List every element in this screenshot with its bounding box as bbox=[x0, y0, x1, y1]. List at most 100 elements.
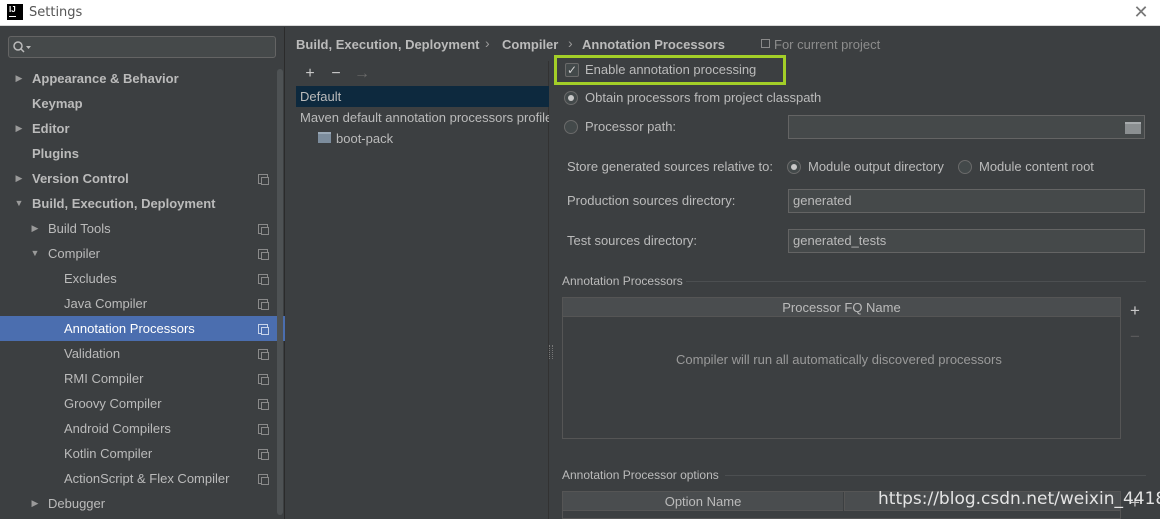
profile-default[interactable]: Default bbox=[296, 86, 549, 107]
obtain-from-classpath-radio[interactable] bbox=[564, 91, 578, 105]
processor-path-field[interactable] bbox=[788, 115, 1145, 139]
production-sources-field[interactable]: generated bbox=[788, 189, 1145, 213]
sidebar-item-groovy-compiler[interactable]: Groovy Compiler bbox=[0, 391, 285, 416]
breadcrumb-separator: › bbox=[568, 35, 573, 51]
chevron-right-icon: ▶ bbox=[15, 123, 23, 133]
project-scope-icon bbox=[761, 39, 770, 48]
sidebar-item-label: Java Compiler bbox=[64, 296, 148, 311]
browse-folder-icon[interactable] bbox=[1125, 122, 1141, 134]
sidebar-item-label: Appearance & Behavior bbox=[32, 71, 179, 86]
project-scope-icon bbox=[258, 299, 269, 310]
sidebar-item-label: Keymap bbox=[32, 96, 83, 111]
sidebar-item-label: RMI Compiler bbox=[64, 371, 144, 386]
project-scope-icon bbox=[258, 274, 269, 285]
sidebar-scrollbar[interactable] bbox=[277, 69, 283, 515]
close-icon[interactable]: ✕ bbox=[1132, 3, 1150, 21]
remove-profile-icon[interactable]: − bbox=[328, 65, 344, 83]
chevron-right-icon: ▶ bbox=[15, 73, 23, 83]
chevron-right-icon: ▶ bbox=[31, 223, 39, 233]
watermark: https://blog.csdn.net/weixin_44187730 bbox=[878, 489, 1160, 509]
obtain-from-classpath-label: Obtain processors from project classpath bbox=[585, 90, 822, 105]
sidebar-item-kotlin-compiler[interactable]: Kotlin Compiler bbox=[0, 441, 285, 466]
enable-annotation-processing-checkbox[interactable]: ✓ bbox=[565, 63, 579, 77]
profiles-panel: + − → Default Maven default annotation p… bbox=[296, 61, 549, 519]
sidebar-item-editor[interactable]: ▶ Editor bbox=[0, 116, 285, 141]
sidebar-item-label: Annotation Processors bbox=[64, 321, 195, 336]
profile-label: Maven default annotation processors prof… bbox=[300, 110, 549, 125]
splitter-handle[interactable] bbox=[549, 345, 553, 359]
sidebar-item-java-compiler[interactable]: Java Compiler bbox=[0, 291, 285, 316]
chevron-right-icon: ▶ bbox=[15, 173, 23, 183]
project-scope-icon bbox=[258, 474, 269, 485]
module-content-root-radio[interactable] bbox=[958, 160, 972, 174]
settings-sidebar: ▶ Appearance & Behavior Keymap ▶ Editor … bbox=[0, 27, 285, 519]
sidebar-item-version-control[interactable]: ▶ Version Control bbox=[0, 166, 285, 191]
enable-annotation-processing-label: Enable annotation processing bbox=[585, 62, 757, 77]
sidebar-item-label: Plugins bbox=[32, 146, 79, 161]
breadcrumb-item-current: Annotation Processors bbox=[582, 37, 726, 52]
module-output-directory-radio[interactable] bbox=[787, 160, 801, 174]
breadcrumb-item: Compiler bbox=[502, 37, 559, 52]
chevron-down-icon: ▼ bbox=[14, 198, 24, 208]
processors-table[interactable]: Processor FQ Name Compiler will run all … bbox=[562, 297, 1121, 439]
test-sources-field[interactable]: generated_tests bbox=[788, 229, 1145, 253]
sidebar-item-plugins[interactable]: Plugins bbox=[0, 141, 285, 166]
sidebar-item-label: Compiler bbox=[48, 246, 101, 261]
sidebar-item-label: Android Compilers bbox=[64, 421, 171, 436]
breadcrumb-separator: › bbox=[485, 35, 490, 51]
profile-label: Default bbox=[300, 89, 342, 104]
sidebar-item-label: Groovy Compiler bbox=[64, 396, 162, 411]
add-profile-icon[interactable]: + bbox=[302, 65, 318, 83]
search-input[interactable] bbox=[8, 36, 276, 58]
project-scope-icon bbox=[258, 449, 269, 460]
module-label: boot-pack bbox=[336, 131, 394, 146]
intellij-logo-icon: IJ bbox=[7, 4, 23, 20]
sidebar-item-label: Editor bbox=[32, 121, 70, 136]
project-scope-icon bbox=[258, 374, 269, 385]
remove-processor-icon[interactable]: − bbox=[1125, 327, 1145, 347]
sidebar-item-keymap[interactable]: Keymap bbox=[0, 91, 285, 116]
sidebar-item-compiler[interactable]: ▼ Compiler bbox=[0, 241, 285, 266]
processor-path-radio[interactable] bbox=[564, 120, 578, 134]
empty-table-message: Compiler will run all automatically disc… bbox=[676, 352, 1002, 367]
sidebar-item-rmi-compiler[interactable]: RMI Compiler bbox=[0, 366, 285, 391]
sidebar-item-appearance-behavior[interactable]: ▶ Appearance & Behavior bbox=[0, 66, 285, 91]
sidebar-item-build-execution-deployment[interactable]: ▼ Build, Execution, Deployment bbox=[0, 191, 285, 216]
processor-path-label: Processor path: bbox=[585, 119, 677, 134]
project-scope-icon bbox=[258, 324, 269, 335]
store-generated-label: Store generated sources relative to: bbox=[567, 159, 773, 174]
sidebar-item-label: Build, Execution, Deployment bbox=[32, 196, 216, 211]
chevron-right-icon: ▶ bbox=[31, 498, 39, 508]
section-divider bbox=[725, 475, 1146, 476]
title-bar: IJ Settings ✕ bbox=[0, 0, 1160, 26]
search-icon bbox=[13, 41, 31, 53]
sidebar-item-annotation-processors[interactable]: Annotation Processors bbox=[0, 316, 285, 341]
sidebar-item-build-tools[interactable]: ▶ Build Tools bbox=[0, 216, 285, 241]
sidebar-item-label: Version Control bbox=[32, 171, 129, 186]
annotation-processors-section-title: Annotation Processors bbox=[562, 274, 683, 288]
processor-options-section-title: Annotation Processor options bbox=[562, 468, 719, 482]
profile-maven-default[interactable]: Maven default annotation processors prof… bbox=[296, 107, 549, 128]
project-scope-icon bbox=[258, 249, 269, 260]
sidebar-item-label: Build Tools bbox=[48, 221, 111, 236]
column-header-option-name[interactable]: Option Name bbox=[563, 492, 843, 511]
project-scope-icon bbox=[258, 399, 269, 410]
sidebar-item-label: Kotlin Compiler bbox=[64, 446, 153, 461]
production-sources-label: Production sources directory: bbox=[567, 193, 736, 208]
sidebar-item-validation[interactable]: Validation bbox=[0, 341, 285, 366]
project-scope-icon bbox=[258, 174, 269, 185]
sidebar-item-label: Excludes bbox=[64, 271, 117, 286]
sidebar-item-excludes[interactable]: Excludes bbox=[0, 266, 285, 291]
test-sources-label: Test sources directory: bbox=[567, 233, 698, 248]
sidebar-item-android-compilers[interactable]: Android Compilers bbox=[0, 416, 285, 441]
sidebar-item-label: ActionScript & Flex Compiler bbox=[64, 471, 230, 486]
project-scope-icon bbox=[258, 224, 269, 235]
module-boot-pack[interactable]: boot-pack bbox=[296, 128, 549, 149]
sidebar-item-actionscript-flex-compiler[interactable]: ActionScript & Flex Compiler bbox=[0, 466, 285, 491]
sidebar-item-label: Validation bbox=[64, 346, 121, 361]
window-title: Settings bbox=[29, 5, 83, 20]
column-header-processor-fq-name[interactable]: Processor FQ Name bbox=[563, 298, 1120, 317]
sidebar-item-debugger[interactable]: ▶ Debugger bbox=[0, 491, 285, 516]
add-processor-icon[interactable]: + bbox=[1125, 301, 1145, 321]
move-to-icon[interactable]: → bbox=[354, 65, 370, 83]
